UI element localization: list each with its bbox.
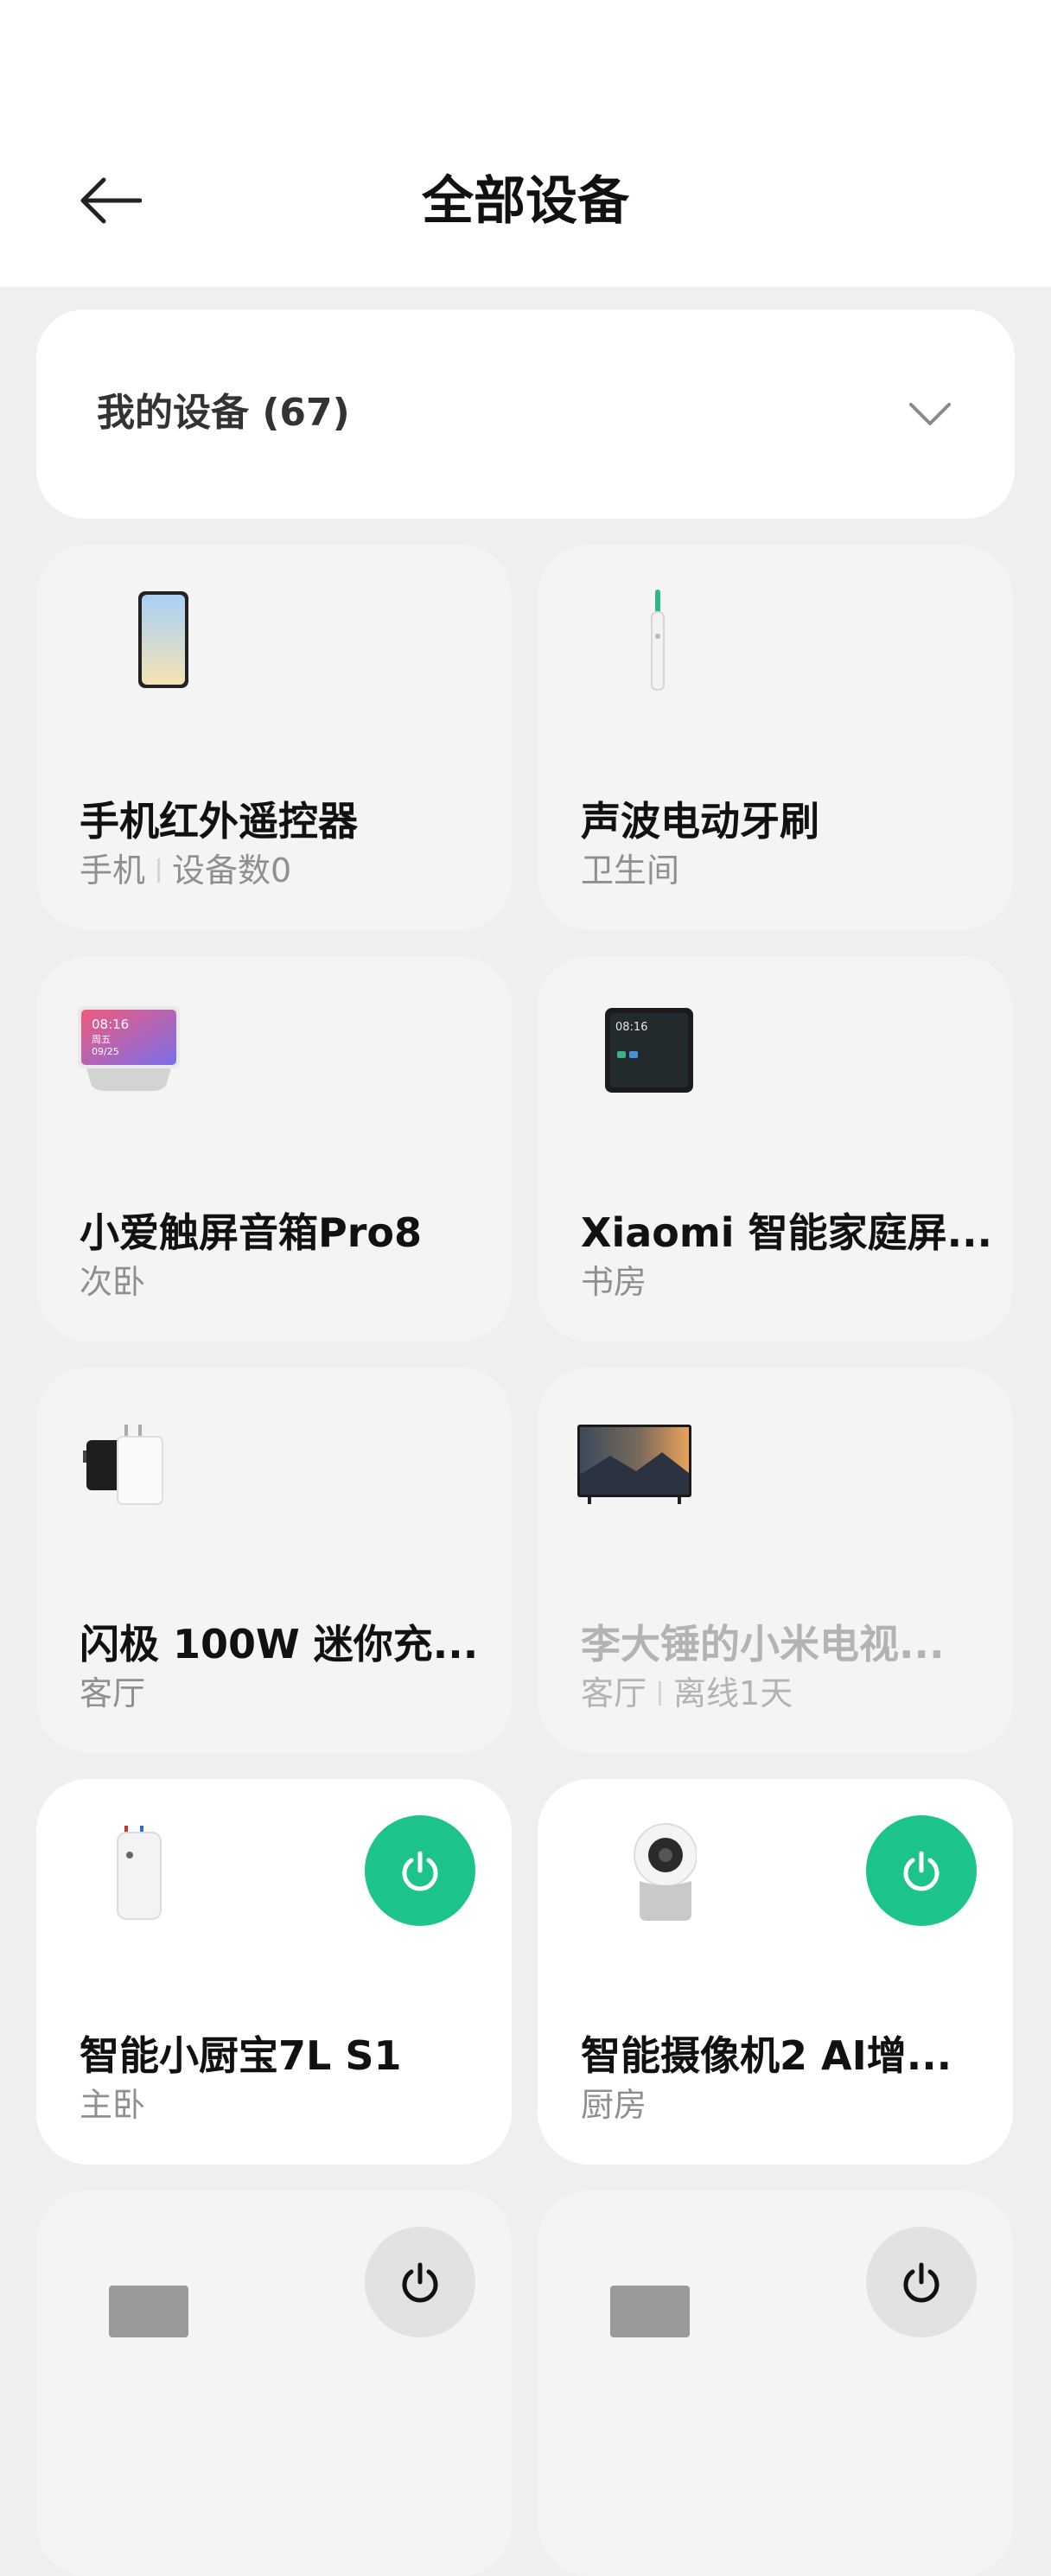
tv-icon <box>577 1425 691 1504</box>
screen-date: 09/25 <box>92 1046 119 1057</box>
charger-icon <box>83 1425 163 1505</box>
device-room: 次卧 <box>80 1263 146 1301</box>
device-room: 厨房 <box>581 2086 647 2124</box>
device-name: 小爱触屏音箱Pro8 <box>80 1209 423 1256</box>
divider <box>659 1680 662 1706</box>
device-room: 书房 <box>581 1263 647 1301</box>
device-name: 智能小厨宝7L S1 <box>80 2032 402 2079</box>
device-icon <box>109 2286 188 2337</box>
power-toggle[interactable] <box>365 2227 475 2337</box>
power-icon <box>402 1851 438 1891</box>
home-screen-icon: 08:16 <box>605 1008 693 1093</box>
screen-time: 08:16 <box>92 1017 129 1032</box>
camera-icon <box>634 1823 697 1921</box>
device-card[interactable]: 李大锤的小米电视... 客厅 离线1天 <box>538 1368 1013 1753</box>
screen-time: 08:16 <box>615 1021 647 1034</box>
device-room: 客厅 <box>80 1674 146 1712</box>
screen-day: 周五 <box>92 1034 111 1045</box>
power-icon <box>903 2262 940 2303</box>
device-card[interactable]: 声波电动牙刷 卫生间 <box>538 545 1013 930</box>
power-icon <box>903 1851 940 1891</box>
device-name: 手机红外遥控器 <box>80 798 358 845</box>
power-icon <box>402 2262 438 2303</box>
power-toggle[interactable] <box>866 2227 977 2337</box>
device-card[interactable]: 智能摄像机2 AI增... 厨房 <box>538 1779 1013 2165</box>
divider <box>157 858 161 883</box>
power-toggle[interactable] <box>365 1815 475 1926</box>
smart-display-speaker-icon: 08:16 周五 09/25 <box>78 1006 180 1091</box>
phone-icon <box>138 591 188 688</box>
device-room: 手机 设备数0 <box>80 851 292 889</box>
water-heater-icon <box>117 1826 162 1920</box>
device-name: 声波电动牙刷 <box>581 798 819 845</box>
device-room: 卫生间 <box>581 851 680 889</box>
power-toggle[interactable] <box>866 1815 977 1926</box>
device-name: 闪极 100W 迷你充... <box>80 1621 479 1667</box>
page-title: 全部设备 <box>422 171 629 232</box>
device-icon <box>610 2286 690 2337</box>
device-card[interactable]: 闪极 100W 迷你充... 客厅 <box>36 1368 512 1753</box>
toothbrush-icon <box>651 590 665 691</box>
device-filter-dropdown[interactable]: 我的设备 (67) <box>36 309 1015 519</box>
device-name: 李大锤的小米电视... <box>581 1621 945 1667</box>
device-room: 主卧 <box>80 2086 146 2124</box>
device-name: 智能摄像机2 AI增... <box>581 2032 952 2079</box>
device-card[interactable] <box>36 2190 512 2576</box>
filter-label: 我的设备 (67) <box>97 391 350 435</box>
device-card[interactable]: 08:16 Xiaomi 智能家庭屏... 书房 <box>538 956 1013 1342</box>
device-card[interactable]: 智能小厨宝7L S1 主卧 <box>36 1779 512 2165</box>
device-card[interactable] <box>538 2190 1013 2576</box>
top-bar: 全部设备 <box>0 0 1051 287</box>
device-card[interactable]: 08:16 周五 09/25 小爱触屏音箱Pro8 次卧 <box>36 956 512 1342</box>
chevron-down-icon <box>909 403 951 425</box>
device-room: 客厅 离线1天 <box>581 1674 793 1712</box>
device-card[interactable]: 手机红外遥控器 手机 设备数0 <box>36 545 512 930</box>
device-name: Xiaomi 智能家庭屏... <box>581 1209 993 1256</box>
